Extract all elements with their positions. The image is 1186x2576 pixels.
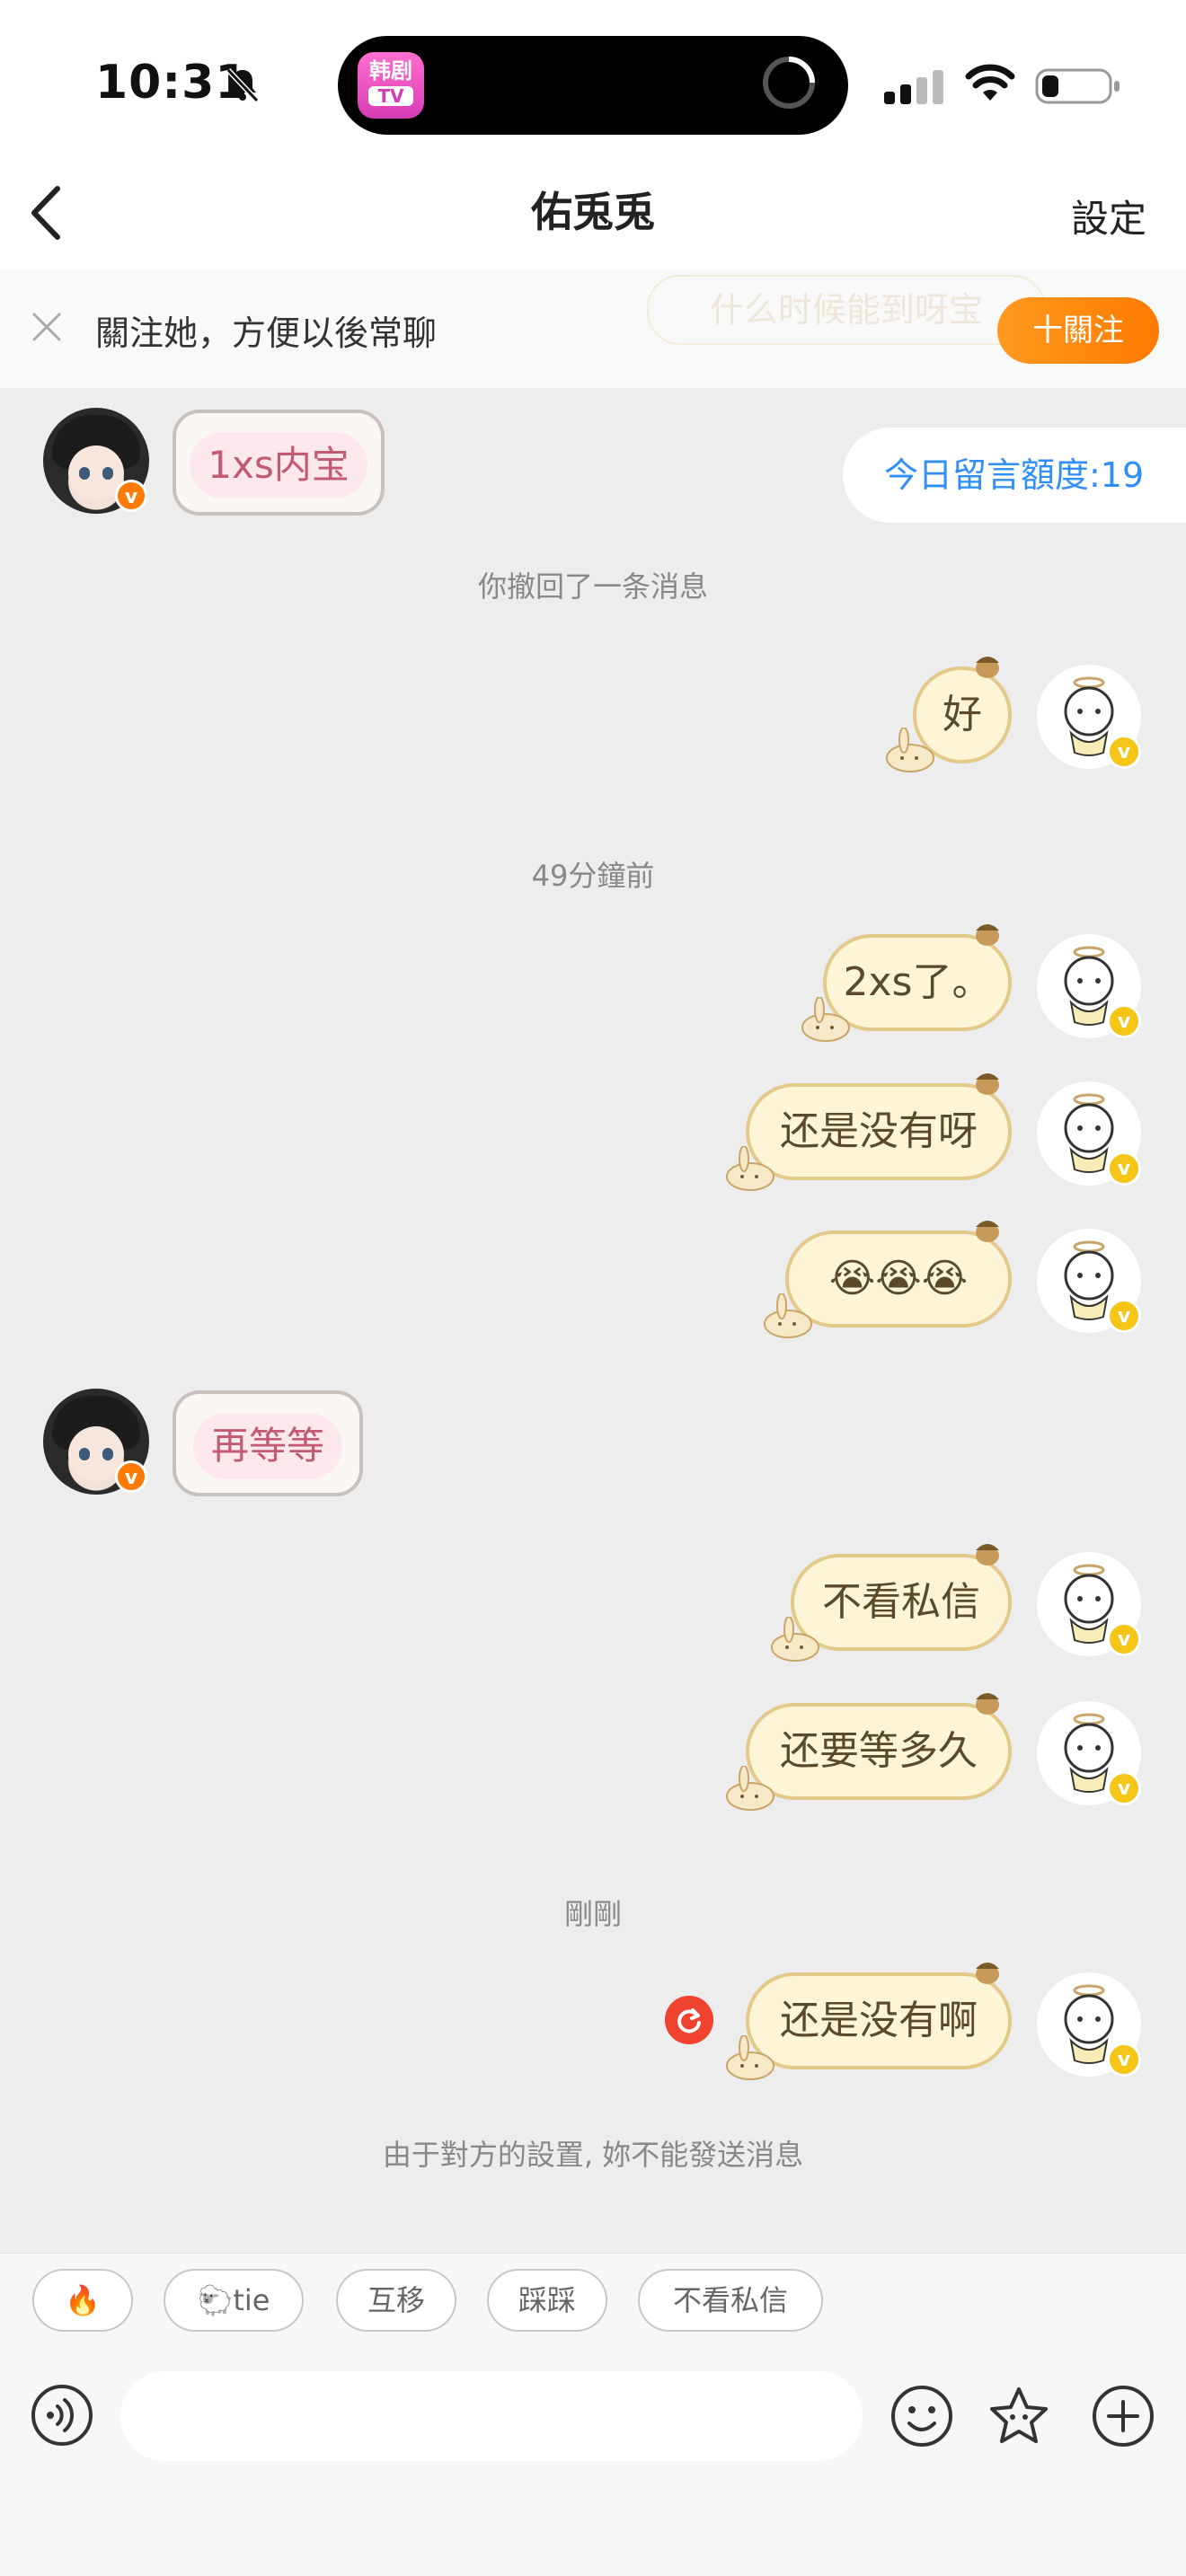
message-bubble-received[interactable]: 再等等 <box>173 1390 363 1496</box>
bunny-decoration-icon <box>726 2035 774 2080</box>
quick-reply-chip[interactable]: 踩踩 <box>487 2269 607 2332</box>
acorn-decoration-icon <box>976 1693 999 1715</box>
app-icon: 韩剧 TV <box>358 52 424 119</box>
bunny-decoration-icon <box>726 1766 774 1811</box>
acorn-decoration-icon <box>976 924 999 946</box>
acorn-decoration-icon <box>976 657 999 678</box>
wifi-icon <box>965 64 1015 101</box>
acorn-decoration-icon <box>976 1073 999 1095</box>
verified-badge-icon: v <box>1107 1771 1141 1805</box>
timestamp-divider: 剛剛 <box>563 1897 622 1931</box>
message-bubble-sent[interactable]: 😭😭😭 <box>785 1231 1012 1328</box>
cellular-signal-icon <box>884 70 943 104</box>
faded-bubble-text: 什么时候能到呀宝 <box>647 275 1046 345</box>
follow-prompt-text: 關注她，方便以後常聊 <box>95 313 438 353</box>
quick-reply-chip[interactable]: 🐑tie <box>164 2269 304 2332</box>
verified-badge-icon: v <box>1107 1299 1141 1333</box>
quick-reply-chip[interactable]: 互移 <box>336 2269 456 2332</box>
bunny-decoration-icon <box>726 1146 774 1191</box>
bunny-decoration-icon <box>886 728 934 772</box>
chat-title: 佑兎兎 <box>531 188 655 236</box>
bunny-decoration-icon <box>764 1293 812 1338</box>
verified-badge-icon: v <box>115 1460 147 1493</box>
bunny-decoration-icon <box>771 1617 819 1662</box>
message-bubble-sent[interactable]: 不看私信 <box>791 1554 1012 1651</box>
emoji-icon[interactable] <box>890 2384 954 2448</box>
system-notice-blocked: 由于對方的設置, 妳不能發送消息 <box>382 2138 804 2172</box>
loading-spinner-icon <box>763 57 815 109</box>
timestamp-divider: 49分鐘前 <box>531 859 655 893</box>
quick-reply-chip[interactable]: 🔥 <box>32 2269 133 2332</box>
bunny-decoration-icon <box>801 997 850 1042</box>
verified-badge-icon: v <box>1107 2042 1141 2077</box>
bell-muted-icon <box>226 67 260 103</box>
acorn-decoration-icon <box>976 1963 999 1984</box>
verified-badge-icon: v <box>1107 1622 1141 1656</box>
verified-badge-icon: v <box>1107 1004 1141 1038</box>
message-bubble-sent[interactable]: 还要等多久 <box>746 1703 1012 1800</box>
follow-button[interactable]: 十關注 <box>997 297 1159 364</box>
system-notice-recalled: 你撤回了一条消息 <box>477 569 708 604</box>
message-bubble-sent[interactable]: 还是没有啊 <box>746 1972 1012 2069</box>
add-more-icon[interactable] <box>1091 2384 1155 2448</box>
battery-icon <box>1035 68 1120 104</box>
verified-badge-icon: v <box>1107 1151 1141 1186</box>
message-input[interactable] <box>120 2371 863 2461</box>
verified-badge-icon: v <box>1107 735 1141 769</box>
daily-quota-label: 今日留言額度:19 <box>843 428 1186 523</box>
message-bubble-sent[interactable]: 还是没有呀 <box>746 1083 1012 1180</box>
acorn-decoration-icon <box>976 1221 999 1242</box>
verified-badge-icon: v <box>115 480 147 512</box>
close-icon[interactable] <box>31 311 63 343</box>
quick-reply-chip[interactable]: 不看私信 <box>638 2269 823 2332</box>
sticker-icon[interactable] <box>987 2384 1051 2448</box>
settings-button[interactable]: 設定 <box>1071 189 1146 243</box>
resend-failed-icon[interactable] <box>665 1996 713 2044</box>
voice-icon[interactable] <box>31 2384 93 2447</box>
message-bubble-received[interactable]: 1xs内宝 <box>173 410 385 516</box>
acorn-decoration-icon <box>976 1544 999 1566</box>
